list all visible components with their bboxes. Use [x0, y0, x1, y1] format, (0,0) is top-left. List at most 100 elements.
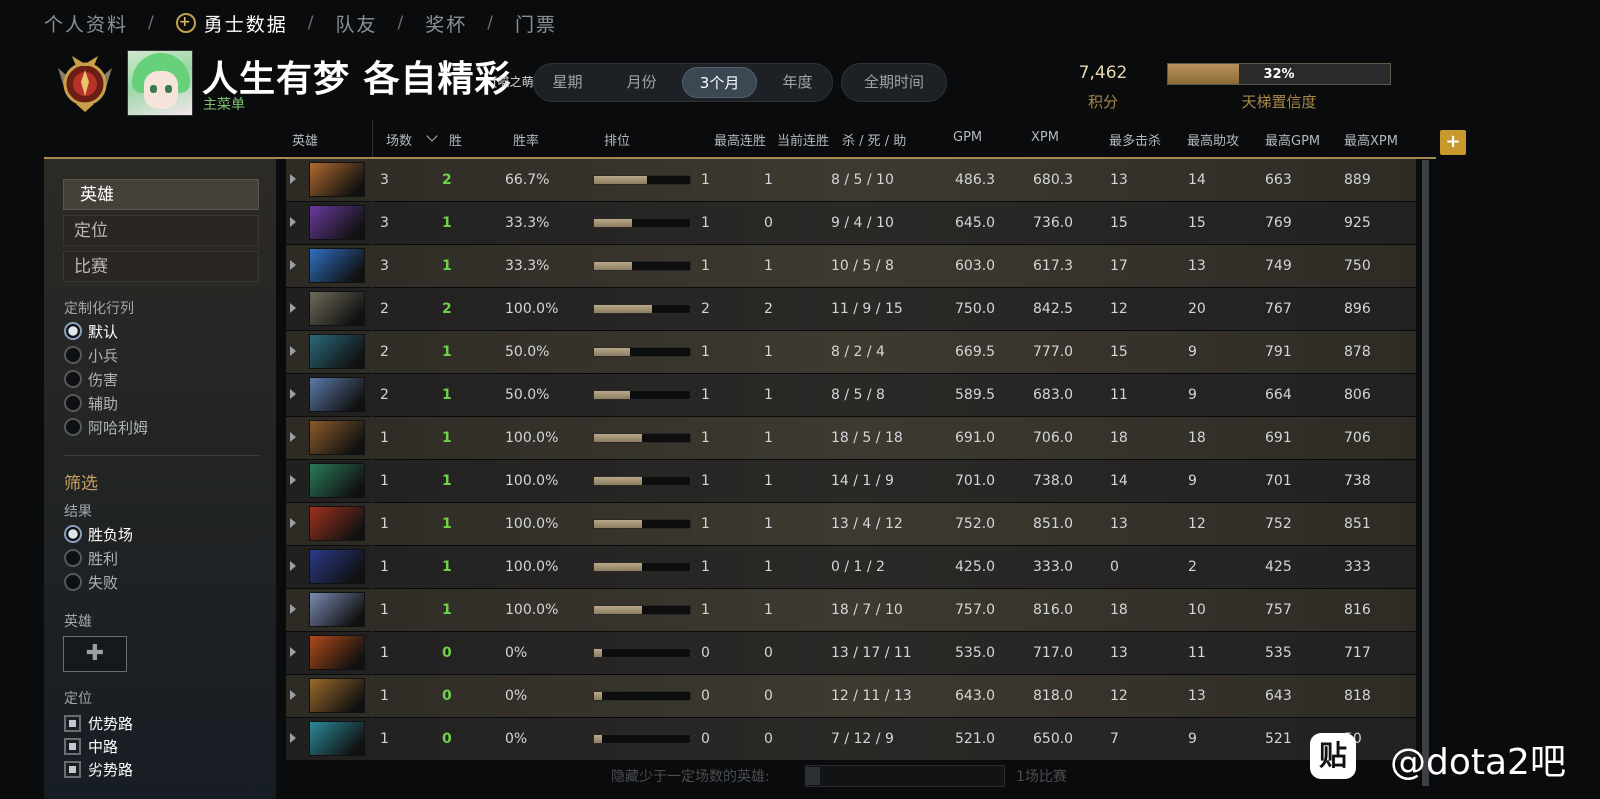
radio-losses[interactable]: 失败	[64, 572, 118, 592]
nav-teammates[interactable]: 队友	[336, 10, 378, 37]
col-max-assists[interactable]: 最高助攻	[1187, 130, 1239, 149]
hero-portrait[interactable]	[309, 592, 365, 627]
radio-aghanim[interactable]: 阿哈利姆	[64, 417, 148, 437]
table-row[interactable]: 1 0 0% 0 0 13 / 17 / 11 535.0 717.0 13 11 535 717	[286, 632, 1416, 674]
checkbox-safe-lane[interactable]: 优势路	[64, 713, 133, 733]
expand-arrow-icon[interactable]	[290, 518, 296, 528]
hero-portrait[interactable]	[309, 291, 365, 326]
hero-portrait[interactable]	[309, 248, 365, 283]
col-wins[interactable]: 胜	[449, 130, 462, 149]
expand-arrow-icon[interactable]	[290, 432, 296, 442]
cell-winrate: 50.0%	[505, 387, 550, 403]
col-max-gpm[interactable]: 最高GPM	[1265, 130, 1320, 149]
col-max-xpm[interactable]: 最高XPM	[1344, 130, 1398, 149]
hero-portrait[interactable]	[309, 205, 365, 240]
nav-tickets[interactable]: 门票	[515, 10, 557, 37]
col-matches[interactable]: 场数	[386, 130, 412, 149]
rank-bar	[593, 390, 691, 400]
cell-max-xpm: 818	[1344, 688, 1371, 704]
nav-profile[interactable]: 个人资料	[44, 10, 128, 37]
col-max-kills[interactable]: 最多击杀	[1109, 130, 1161, 149]
avatar[interactable]	[127, 50, 193, 116]
cell-max-gpm: 701	[1265, 473, 1292, 489]
expand-arrow-icon[interactable]	[290, 346, 296, 356]
add-hero-filter-button[interactable]: ✚	[63, 636, 127, 672]
radio-default[interactable]: 默认	[64, 321, 118, 341]
expand-arrow-icon[interactable]	[290, 561, 296, 571]
hero-portrait[interactable]	[309, 463, 365, 498]
col-gpm[interactable]: GPM	[953, 130, 982, 145]
table-row[interactable]: 1 1 100.0% 1 1 18 / 5 / 18 691.0 706.0 18 18 691 70…	[286, 417, 1416, 459]
cell-wins: 0	[442, 688, 452, 704]
checkbox-off-lane[interactable]: 劣势路	[64, 759, 133, 779]
hero-portrait[interactable]	[309, 420, 365, 455]
table-row[interactable]: 3 1 33.3% 1 1 10 / 5 / 8 603.0 617.3 17 13 749 750	[286, 245, 1416, 287]
col-winrate[interactable]: 胜率	[513, 130, 539, 149]
col-hero[interactable]: 英雄	[292, 130, 318, 149]
cell-max-kills: 17	[1110, 258, 1128, 274]
sidebar-tab-heroes[interactable]: 英雄	[63, 179, 259, 210]
nav-trophies[interactable]: 奖杯	[425, 10, 467, 37]
table-scrollbar[interactable]	[1422, 160, 1429, 786]
col-kda[interactable]: 杀 / 死 / 助	[842, 130, 906, 149]
period-3month-button[interactable]: 3个月	[682, 67, 758, 98]
min-matches-slider[interactable]	[805, 765, 1005, 787]
table-row[interactable]: 1 1 100.0% 1 1 0 / 1 / 2 425.0 333.0 0 2 425 333	[286, 546, 1416, 588]
col-current-streak[interactable]: 当前连胜	[777, 130, 829, 149]
table-row[interactable]: 1 1 100.0% 1 1 13 / 4 / 12 752.0 851.0 13 12 752 85…	[286, 503, 1416, 545]
expand-arrow-icon[interactable]	[290, 647, 296, 657]
radio-wins[interactable]: 胜利	[64, 548, 118, 568]
table-row[interactable]: 2 1 50.0% 1 1 8 / 5 / 8 589.5 683.0 11 9 664 806	[286, 374, 1416, 416]
expand-arrow-icon[interactable]	[290, 303, 296, 313]
sort-chevron-down-icon[interactable]	[426, 130, 438, 142]
table-row[interactable]: 1 0 0% 0 0 12 / 11 / 13 643.0 818.0 12 13 643 818	[286, 675, 1416, 717]
table-row[interactable]: 100%007 / 12 / 9521.0650.07952150	[286, 718, 1416, 760]
cell-gpm: 603.0	[955, 258, 996, 274]
sidebar-tab-matches[interactable]: 比赛	[63, 251, 259, 282]
checkbox-mid-lane[interactable]: 中路	[64, 736, 118, 756]
expand-arrow-icon[interactable]	[290, 604, 296, 614]
cell-xpm: 680.3	[1033, 172, 1074, 188]
expand-arrow-icon[interactable]	[290, 260, 296, 270]
period-year-button[interactable]: 年度	[763, 67, 832, 98]
hero-portrait[interactable]	[309, 549, 365, 584]
cell-max-xpm: 878	[1344, 344, 1371, 360]
radio-support[interactable]: 辅助	[64, 393, 118, 413]
main-menu-link[interactable]: 主菜单	[203, 94, 245, 114]
expand-arrow-icon[interactable]	[290, 733, 296, 743]
col-xpm[interactable]: XPM	[1031, 130, 1059, 145]
radio-all-results[interactable]: 胜负场	[64, 524, 133, 544]
table-row[interactable]: 2 1 50.0% 1 1 8 / 2 / 4 669.5 777.0 15 9 791 878	[286, 331, 1416, 373]
cell-winrate: 100.0%	[505, 473, 559, 489]
hero-portrait[interactable]	[309, 506, 365, 541]
slider-thumb[interactable]	[806, 767, 820, 785]
hero-portrait[interactable]	[309, 678, 365, 713]
col-rank[interactable]: 排位	[604, 130, 630, 149]
period-alltime-button[interactable]: 全期时间	[841, 63, 947, 102]
period-month-button[interactable]: 月份	[607, 67, 676, 98]
col-max-streak[interactable]: 最高连胜	[714, 130, 766, 149]
sidebar-tab-roles[interactable]: 定位	[63, 215, 259, 246]
table-row[interactable]: 3 2 66.7% 1 1 8 / 5 / 10 486.3 680.3 13 14 663 889	[286, 159, 1416, 201]
hero-portrait[interactable]	[309, 162, 365, 197]
add-column-button[interactable]: +	[1440, 130, 1466, 155]
expand-arrow-icon[interactable]	[290, 174, 296, 184]
cell-winrate: 100.0%	[505, 602, 559, 618]
expand-arrow-icon[interactable]	[290, 217, 296, 227]
period-week-button[interactable]: 星期	[538, 67, 597, 98]
nav-hero-stats[interactable]: + 勇士数据	[175, 10, 288, 37]
table-row[interactable]: 3 1 33.3% 1 0 9 / 4 / 10 645.0 736.0 15 15 769 925	[286, 202, 1416, 244]
table-row[interactable]: 1 1 100.0% 1 1 14 / 1 / 9 701.0 738.0 14 9 701 738	[286, 460, 1416, 502]
hero-portrait[interactable]	[309, 377, 365, 412]
hero-portrait[interactable]	[309, 721, 365, 756]
hero-portrait[interactable]	[309, 334, 365, 369]
expand-arrow-icon[interactable]	[290, 690, 296, 700]
sidebar: 英雄 定位 比赛 定制化行列 默认 小兵 伤害 辅助 阿哈利姆 筛选 结果 胜负…	[44, 159, 276, 799]
radio-damage[interactable]: 伤害	[64, 369, 118, 389]
expand-arrow-icon[interactable]	[290, 475, 296, 485]
table-row[interactable]: 2 2 100.0% 2 2 11 / 9 / 15 750.0 842.5 12 20 767 89…	[286, 288, 1416, 330]
hero-portrait[interactable]	[309, 635, 365, 670]
table-row[interactable]: 1 1 100.0% 1 1 18 / 7 / 10 757.0 816.0 18 10 757 81…	[286, 589, 1416, 631]
radio-creeps[interactable]: 小兵	[64, 345, 118, 365]
expand-arrow-icon[interactable]	[290, 389, 296, 399]
